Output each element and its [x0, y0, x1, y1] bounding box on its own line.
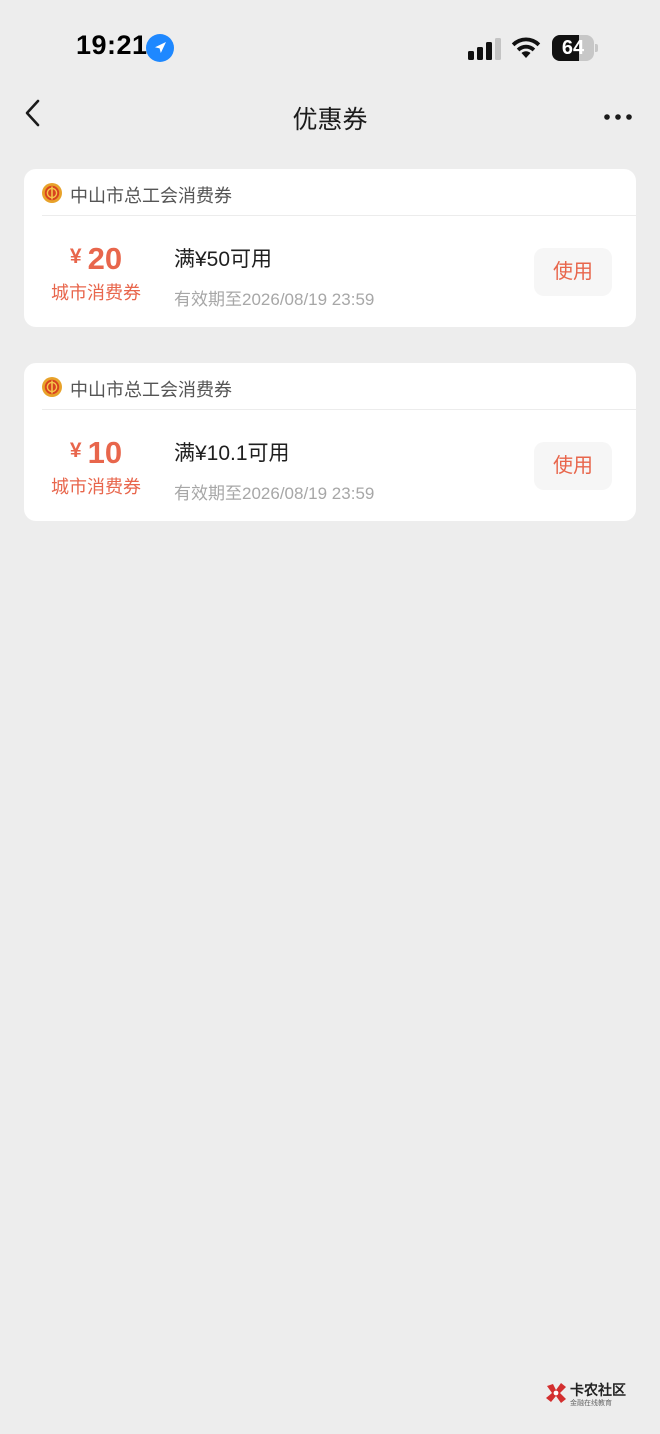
coupon-issuer: 中山市总工会消费券 [70, 380, 232, 400]
more-button[interactable] [598, 102, 638, 132]
location-arrow-icon [146, 34, 174, 62]
coupon-expiry: 有效期至2026/08/19 23:59 [174, 290, 375, 309]
coupon-amount-block: ¥10 城市消费券 [24, 431, 168, 499]
use-coupon-button[interactable]: 使用 [534, 442, 612, 490]
coupon-info: 满¥50可用 有效期至2026/08/19 23:59 [174, 243, 374, 310]
battery-body: 64 [552, 35, 594, 61]
coupon-currency: ¥ [69, 245, 82, 268]
coupon-card: 中山市总工会消费券 ¥10 城市消费券 满¥10.1可用 有效期至2026/08… [24, 363, 636, 521]
union-emblem-icon [42, 183, 62, 203]
watermark-tagline: 金融在线教育 [570, 1400, 612, 1407]
coupon-expiry: 有效期至2026/08/19 23:59 [174, 484, 375, 503]
coupon-card-header: 中山市总工会消费券 [24, 169, 636, 216]
watermark-logo-icon [546, 1383, 566, 1403]
battery-cap [595, 44, 598, 52]
coupon-condition: 满¥10.1可用 [174, 442, 290, 465]
status-time: 19:21 [76, 30, 148, 60]
watermark: 卡农社区 金融在线教育 [544, 1379, 634, 1409]
coupon-type: 城市消费券 [51, 283, 141, 303]
more-dots-icon [604, 114, 632, 120]
page-title: 优惠券 [292, 106, 368, 134]
wifi-icon [510, 36, 542, 60]
battery-indicator: 64 [552, 35, 598, 61]
coupon-amount-block: ¥20 城市消费券 [24, 237, 168, 305]
coupon-issuer: 中山市总工会消费券 [70, 186, 232, 206]
union-emblem-icon [42, 377, 62, 397]
cellular-signal-icon [468, 38, 502, 60]
use-coupon-button[interactable]: 使用 [534, 248, 612, 296]
coupon-type: 城市消费券 [51, 477, 141, 497]
coupon-currency: ¥ [69, 439, 82, 462]
nav-bar: 优惠券 [0, 92, 660, 144]
coupon-card: 中山市总工会消费券 ¥20 城市消费券 满¥50可用 有效期至2026/08/1… [24, 169, 636, 327]
status-bar: 19:21 64 [0, 0, 660, 92]
battery-level: 64 [561, 37, 585, 59]
watermark-name: 卡农社区 [570, 1382, 626, 1398]
coupon-card-header: 中山市总工会消费券 [24, 363, 636, 410]
coupon-amount: 10 [87, 435, 123, 470]
coupon-condition: 满¥50可用 [174, 248, 273, 271]
coupon-amount: 20 [87, 241, 123, 276]
coupon-info: 满¥10.1可用 有效期至2026/08/19 23:59 [174, 437, 374, 504]
